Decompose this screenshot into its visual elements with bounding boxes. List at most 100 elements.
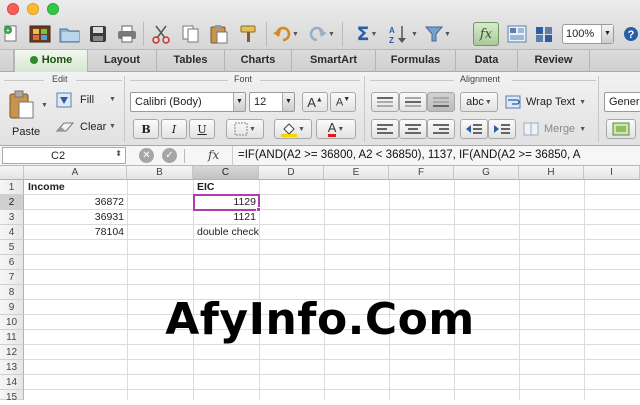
column-header[interactable]: H	[519, 166, 584, 180]
formula-builder-button[interactable]: fx	[473, 22, 499, 46]
fill-button[interactable]: Fill ▼	[56, 92, 118, 110]
cell-a4[interactable]: 78104	[25, 225, 127, 240]
function-icon: fx	[208, 148, 220, 162]
row-header[interactable]: 12	[0, 345, 24, 360]
align-bottom-icon	[433, 97, 449, 107]
column-header[interactable]: B	[127, 166, 193, 180]
row-header[interactable]: 6	[0, 255, 24, 270]
redo-button[interactable]: ▼	[308, 22, 336, 46]
tab-tables[interactable]: Tables	[157, 50, 225, 72]
increase-indent-button[interactable]	[488, 119, 516, 139]
wrap-text-button[interactable]: Wrap Text ▼	[502, 92, 594, 112]
tab-formulas[interactable]: Formulas	[376, 50, 456, 72]
column-header[interactable]: I	[584, 166, 640, 180]
bold-button[interactable]: B	[133, 119, 159, 139]
number-format-button[interactable]	[606, 119, 636, 139]
align-right-button[interactable]	[427, 119, 455, 139]
column-header[interactable]: F	[389, 166, 454, 180]
gallery-button[interactable]	[506, 22, 528, 46]
row-header[interactable]: 3	[0, 210, 24, 225]
font-size-select[interactable]: 12 ▼	[249, 92, 295, 112]
borders-button[interactable]: ▼	[226, 119, 264, 139]
number-format-select[interactable]: Genera	[604, 92, 640, 112]
format-painter-button[interactable]	[237, 22, 261, 46]
tab-home[interactable]: Home	[14, 50, 88, 72]
toolbox-button[interactable]	[533, 22, 555, 46]
text-orientation-button[interactable]: abc ▼	[460, 92, 498, 112]
row-header[interactable]: 1	[0, 180, 24, 195]
cell-a2[interactable]: 36872	[25, 195, 127, 210]
tab-smartart[interactable]: SmartArt	[292, 50, 376, 72]
cell-c1[interactable]: EIC	[194, 180, 259, 195]
print-button[interactable]	[116, 22, 138, 46]
undo-button[interactable]: ▼	[272, 22, 300, 46]
row-header[interactable]: 14	[0, 375, 24, 390]
row-header[interactable]: 13	[0, 360, 24, 375]
column-header[interactable]: C	[193, 166, 259, 180]
confirm-formula-button[interactable]: ✓	[162, 148, 177, 163]
align-middle-button[interactable]	[399, 92, 427, 112]
row-header[interactable]: 5	[0, 240, 24, 255]
column-header[interactable]: E	[324, 166, 389, 180]
column-header[interactable]: A	[24, 166, 127, 180]
minimize-window-button[interactable]	[27, 3, 39, 15]
merge-button[interactable]: Merge ▼	[520, 119, 592, 139]
scissors-icon	[152, 25, 170, 44]
decrease-indent-button[interactable]	[460, 119, 488, 139]
cut-button[interactable]	[150, 22, 172, 46]
tab-charts[interactable]: Charts	[225, 50, 292, 72]
cell-a3[interactable]: 36931	[25, 210, 127, 225]
gallery-icon	[507, 25, 527, 43]
help-button[interactable]: ?	[622, 22, 640, 46]
new-workbook-button[interactable]: +	[2, 22, 20, 46]
align-top-button[interactable]	[371, 92, 399, 112]
select-all-corner[interactable]	[0, 166, 24, 180]
row-header[interactable]: 4	[0, 225, 24, 240]
spreadsheet-grid[interactable]: A B C D E F G H I 1 2 3 4 5 6 7 8 9 10 1…	[0, 166, 640, 403]
align-left-button[interactable]	[371, 119, 399, 139]
clear-button[interactable]: Clear ▼	[56, 120, 118, 138]
row-header[interactable]: 15	[0, 390, 24, 403]
autosum-button[interactable]: Σ ▼	[354, 22, 380, 46]
row-header[interactable]: 7	[0, 270, 24, 285]
filter-button[interactable]: ▼	[424, 22, 452, 46]
name-box[interactable]: C2 ⬍	[2, 147, 126, 164]
clear-label: Clear	[80, 121, 107, 133]
cancel-formula-button[interactable]: ✕	[139, 148, 154, 163]
fill-handle[interactable]	[256, 207, 261, 212]
home-tab-icon	[29, 56, 38, 65]
zoom-window-button[interactable]	[47, 3, 59, 15]
copy-button[interactable]	[180, 22, 202, 46]
row-header[interactable]: 2	[0, 195, 24, 210]
open-button[interactable]	[58, 22, 82, 46]
paste-button[interactable]: ▼ Paste	[6, 90, 48, 142]
tab-layout[interactable]: Layout	[88, 50, 157, 72]
cell-a1[interactable]: Income	[25, 180, 127, 195]
column-header[interactable]: D	[259, 166, 324, 180]
italic-button[interactable]: I	[161, 119, 187, 139]
fill-color-button[interactable]: ▼	[274, 119, 312, 139]
cell-c4[interactable]: double check	[194, 225, 274, 240]
sort-button[interactable]: A Z ▼	[388, 22, 418, 46]
tab-data[interactable]: Data	[456, 50, 518, 72]
formula-input[interactable]: =IF(AND(A2 >= 36800, A2 < 36850), 1137, …	[238, 149, 580, 161]
zoom-select[interactable]: 100% ▼	[562, 24, 614, 44]
save-button[interactable]	[88, 22, 108, 46]
column-header[interactable]: G	[454, 166, 519, 180]
folder-icon	[59, 28, 80, 43]
tab-review[interactable]: Review	[518, 50, 590, 72]
close-window-button[interactable]	[7, 3, 19, 15]
chevron-down-icon: ▼	[601, 25, 613, 43]
font-color-button[interactable]: A ▼	[316, 119, 356, 139]
templates-button[interactable]	[28, 22, 52, 46]
insert-function-button[interactable]: fx	[208, 148, 219, 162]
underline-button[interactable]: U	[189, 119, 215, 139]
align-left-icon	[377, 124, 393, 134]
align-center-button[interactable]	[399, 119, 427, 139]
decrease-font-size-button[interactable]: A▼	[330, 92, 356, 112]
align-bottom-button[interactable]	[427, 92, 455, 112]
paste-toolbar-button[interactable]	[208, 22, 230, 46]
cell-c3[interactable]: 1121	[194, 210, 259, 225]
increase-font-size-button[interactable]: A▲	[302, 92, 328, 112]
font-name-select[interactable]: Calibri (Body) ▼	[130, 92, 246, 112]
